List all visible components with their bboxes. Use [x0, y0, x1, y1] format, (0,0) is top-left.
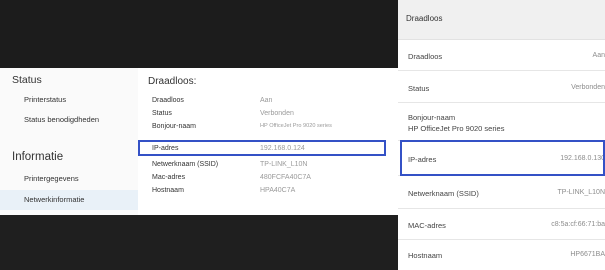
sidebar-item-status-benodigdheden[interactable]: Status benodigdheden [0, 110, 138, 130]
sidebar: Status Printerstatus Status benodigdhede… [0, 68, 138, 215]
setting-row[interactable]: Netwerknaam (SSID) TP-LINK_L10N [398, 176, 605, 209]
app-header: Draadloos [398, 0, 605, 40]
panel-bottom-bar [0, 215, 398, 270]
setting-row[interactable]: Bonjour-naam HP OfficeJet Pro 9020 serie… [398, 103, 605, 141]
setting-row[interactable]: Hostnaam HP6671BA [398, 240, 605, 270]
sidebar-group-informatie: Informatie [12, 151, 64, 163]
setting-row[interactable]: Draadloos Aan [398, 40, 605, 71]
setting-label: Bonjour-naam [408, 113, 456, 122]
section-title: Draadloos: [148, 76, 197, 87]
setting-value: Verbonden [571, 84, 605, 91]
ip-address-highlight-app [400, 140, 605, 176]
detail-label: Hostnaam [152, 187, 184, 194]
sidebar-item-netwerkinformatie[interactable]: Netwerkinformatie [0, 190, 138, 210]
detail-label: Mac-adres [152, 174, 186, 181]
detail-label: Netwerknaam (SSID) [152, 161, 219, 168]
detail-row: Hostnaam HPA40C7A [138, 184, 398, 197]
detail-row: Netwerknaam (SSID) TP-LINK_L10N [138, 158, 398, 171]
setting-label: MAC-adres [408, 221, 446, 230]
detail-row: Draadloos Aan [138, 94, 398, 107]
setting-label: Netwerknaam (SSID) [408, 189, 479, 198]
setting-value: TP-LINK_L10N [557, 189, 605, 196]
detail-row: Bonjour-naam HP OfficeJet Pro 9020 serie… [138, 120, 398, 133]
sidebar-group-status: Status [12, 74, 42, 86]
printer-panel-screenshot: Status Printerstatus Status benodigdhede… [0, 0, 398, 270]
panel-top-bar [0, 0, 398, 68]
setting-label: Draadloos [408, 52, 443, 61]
app-settings-screenshot: Draadloos Draadloos Aan Status Verbonden… [398, 0, 605, 270]
setting-value: Aan [592, 52, 605, 59]
setting-value: HP6671BA [570, 251, 605, 258]
setting-subvalue: HP OfficeJet Pro 9020 series [408, 124, 505, 133]
detail-value: HP OfficeJet Pro 9020 series [260, 123, 332, 129]
detail-row: Mac-adres 480FCFA40C7A [138, 171, 398, 184]
detail-label: Status [152, 110, 172, 117]
detail-value: 480FCFA40C7A [260, 174, 311, 181]
setting-row[interactable]: MAC-adres c8:5a:cf:66:71:ba [398, 209, 605, 240]
detail-value: HPA40C7A [260, 187, 296, 194]
detail-label: Draadloos [152, 97, 184, 104]
detail-row: Status Verbonden [138, 107, 398, 120]
setting-label: Hostnaam [408, 251, 443, 260]
sidebar-item-printerstatus[interactable]: Printerstatus [0, 90, 138, 110]
setting-row[interactable]: Status Verbonden [398, 71, 605, 103]
detail-value: TP-LINK_L10N [260, 161, 308, 168]
detail-value: Aan [260, 97, 273, 104]
detail-value: Verbonden [260, 110, 294, 117]
ip-address-highlight [138, 140, 386, 156]
setting-value: c8:5a:cf:66:71:ba [551, 221, 605, 228]
app-header-title: Draadloos [406, 14, 443, 23]
detail-label: Bonjour-naam [152, 123, 196, 130]
setting-label: Status [408, 84, 430, 93]
sidebar-item-printergegevens[interactable]: Printergegevens [0, 169, 138, 189]
